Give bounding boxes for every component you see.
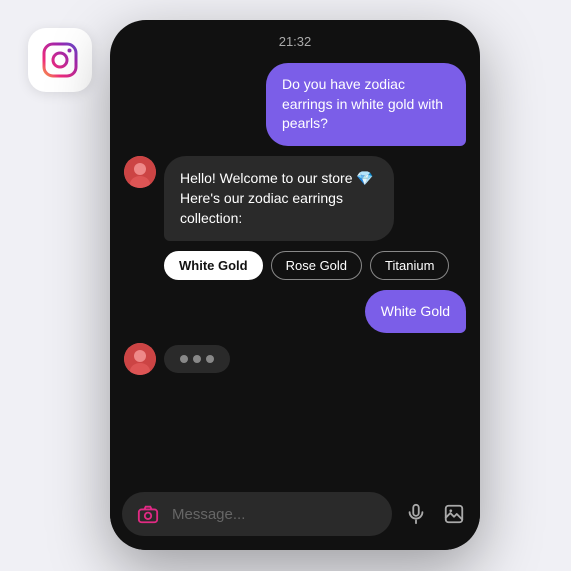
bubble-in-1: Hello! Welcome to our store 💎 Here's our… xyxy=(164,156,394,241)
scene: 21:32 Do you have zodiac earrings in whi… xyxy=(0,0,571,571)
typing-dot-3 xyxy=(206,355,214,363)
avatar xyxy=(124,156,156,188)
typing-dot-1 xyxy=(180,355,188,363)
typing-bubble xyxy=(164,345,230,373)
option-white-gold[interactable]: White Gold xyxy=(164,251,263,280)
incoming-message-1: Hello! Welcome to our store 💎 Here's our… xyxy=(124,156,466,241)
outgoing-message-1: Do you have zodiac earrings in white gol… xyxy=(124,63,466,146)
phone-mockup: 21:32 Do you have zodiac earrings in whi… xyxy=(110,20,480,550)
typing-indicator-row xyxy=(124,343,466,375)
option-rose-gold[interactable]: Rose Gold xyxy=(271,251,362,280)
instagram-icon xyxy=(28,28,92,92)
status-bar: 21:32 xyxy=(110,20,480,55)
input-field-wrapper[interactable]: Message... xyxy=(122,492,392,536)
avatar-typing xyxy=(124,343,156,375)
bubble-out-2: White Gold xyxy=(365,290,466,334)
microphone-icon[interactable] xyxy=(402,500,430,528)
message-input-placeholder[interactable]: Message... xyxy=(172,506,380,523)
options-row: White Gold Rose Gold Titanium xyxy=(164,251,466,280)
typing-dot-2 xyxy=(193,355,201,363)
camera-icon[interactable] xyxy=(134,500,162,528)
input-bar: Message... xyxy=(110,482,480,550)
image-icon[interactable] xyxy=(440,500,468,528)
time-display: 21:32 xyxy=(279,34,312,49)
chat-area: Do you have zodiac earrings in white gol… xyxy=(110,55,480,482)
outgoing-message-2: White Gold xyxy=(124,290,466,334)
option-titanium[interactable]: Titanium xyxy=(370,251,449,280)
bubble-out-1: Do you have zodiac earrings in white gol… xyxy=(266,63,466,146)
